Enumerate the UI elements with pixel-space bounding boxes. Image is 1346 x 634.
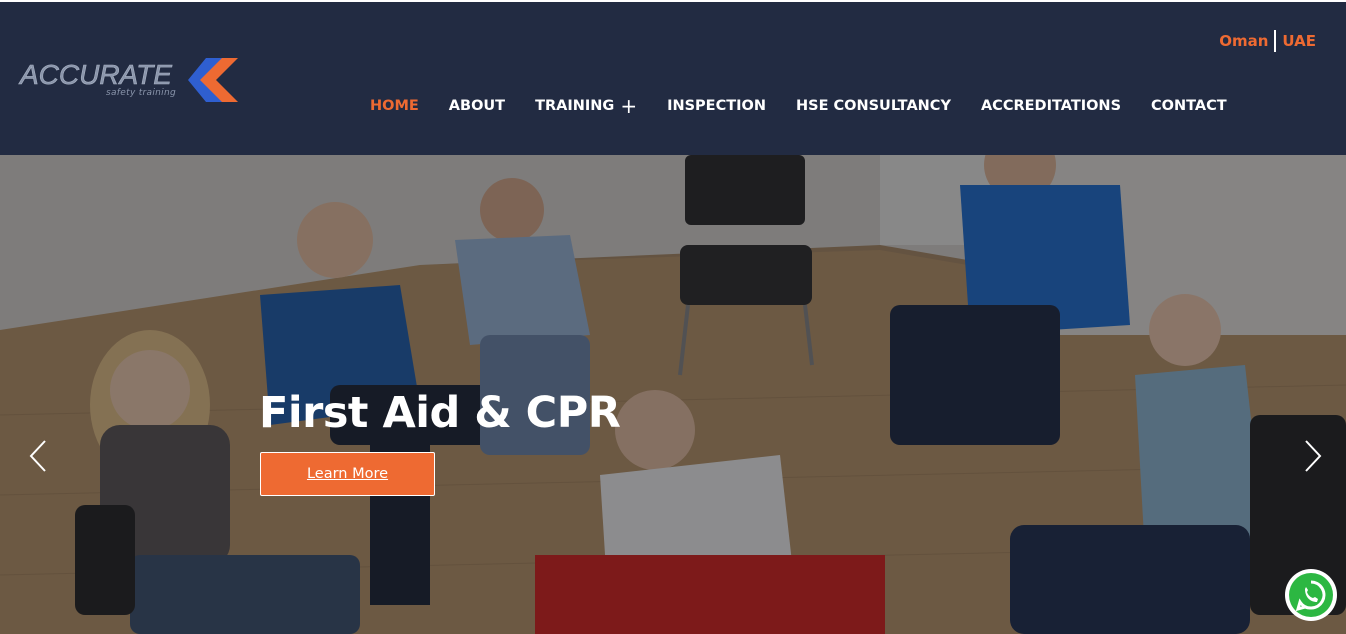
nav-accreditations-label: ACCREDITATIONS (980, 98, 1122, 114)
accurate-logo[interactable]: ACCURATE safety training (18, 56, 243, 104)
learn-more-button[interactable]: Learn More (260, 452, 435, 496)
hero-slider: First Aid & CPR Learn More (0, 155, 1346, 634)
site-header: ACCURATE safety training Oman UAE HOME A… (0, 2, 1346, 155)
region-uae-link[interactable]: UAE (1276, 31, 1322, 51)
nav-hse-label: HSE CONSULTANCY (795, 98, 951, 114)
nav-hse-consultancy[interactable]: HSE CONSULTANCY (796, 96, 951, 116)
nav-inspection[interactable]: INSPECTION (667, 96, 766, 116)
hero-title: First Aid & CPR (259, 388, 621, 438)
nav-training[interactable]: TRAINING + (535, 96, 637, 116)
nav-accreditations[interactable]: ACCREDITATIONS (981, 96, 1121, 116)
nav-home[interactable]: HOME (370, 96, 419, 116)
nav-training-label: TRAINING (535, 98, 615, 114)
chevron-left-icon[interactable] (26, 438, 50, 474)
nav-contact-label: CONTACT (1151, 98, 1227, 114)
whatsapp-icon[interactable] (1285, 569, 1337, 621)
main-nav: HOME ABOUT TRAINING + INSPECTION HSE CONS… (370, 96, 1257, 116)
plus-icon[interactable]: + (620, 96, 637, 116)
nav-inspection-label: INSPECTION (667, 98, 766, 114)
logo-wordmark: ACCURATE (20, 59, 173, 90)
chevron-right-icon[interactable] (1301, 438, 1325, 474)
logo-tagline: safety training (106, 88, 176, 98)
nav-about-label: ABOUT (448, 98, 506, 114)
nav-about[interactable]: ABOUT (449, 96, 505, 116)
nav-home-label: HOME (370, 98, 419, 114)
nav-contact[interactable]: CONTACT (1151, 96, 1227, 116)
hero-overlay (0, 155, 1346, 634)
logo-chevron-icon (188, 58, 238, 102)
region-oman-link[interactable]: Oman (1213, 31, 1274, 51)
region-switcher: Oman UAE (1213, 30, 1322, 52)
